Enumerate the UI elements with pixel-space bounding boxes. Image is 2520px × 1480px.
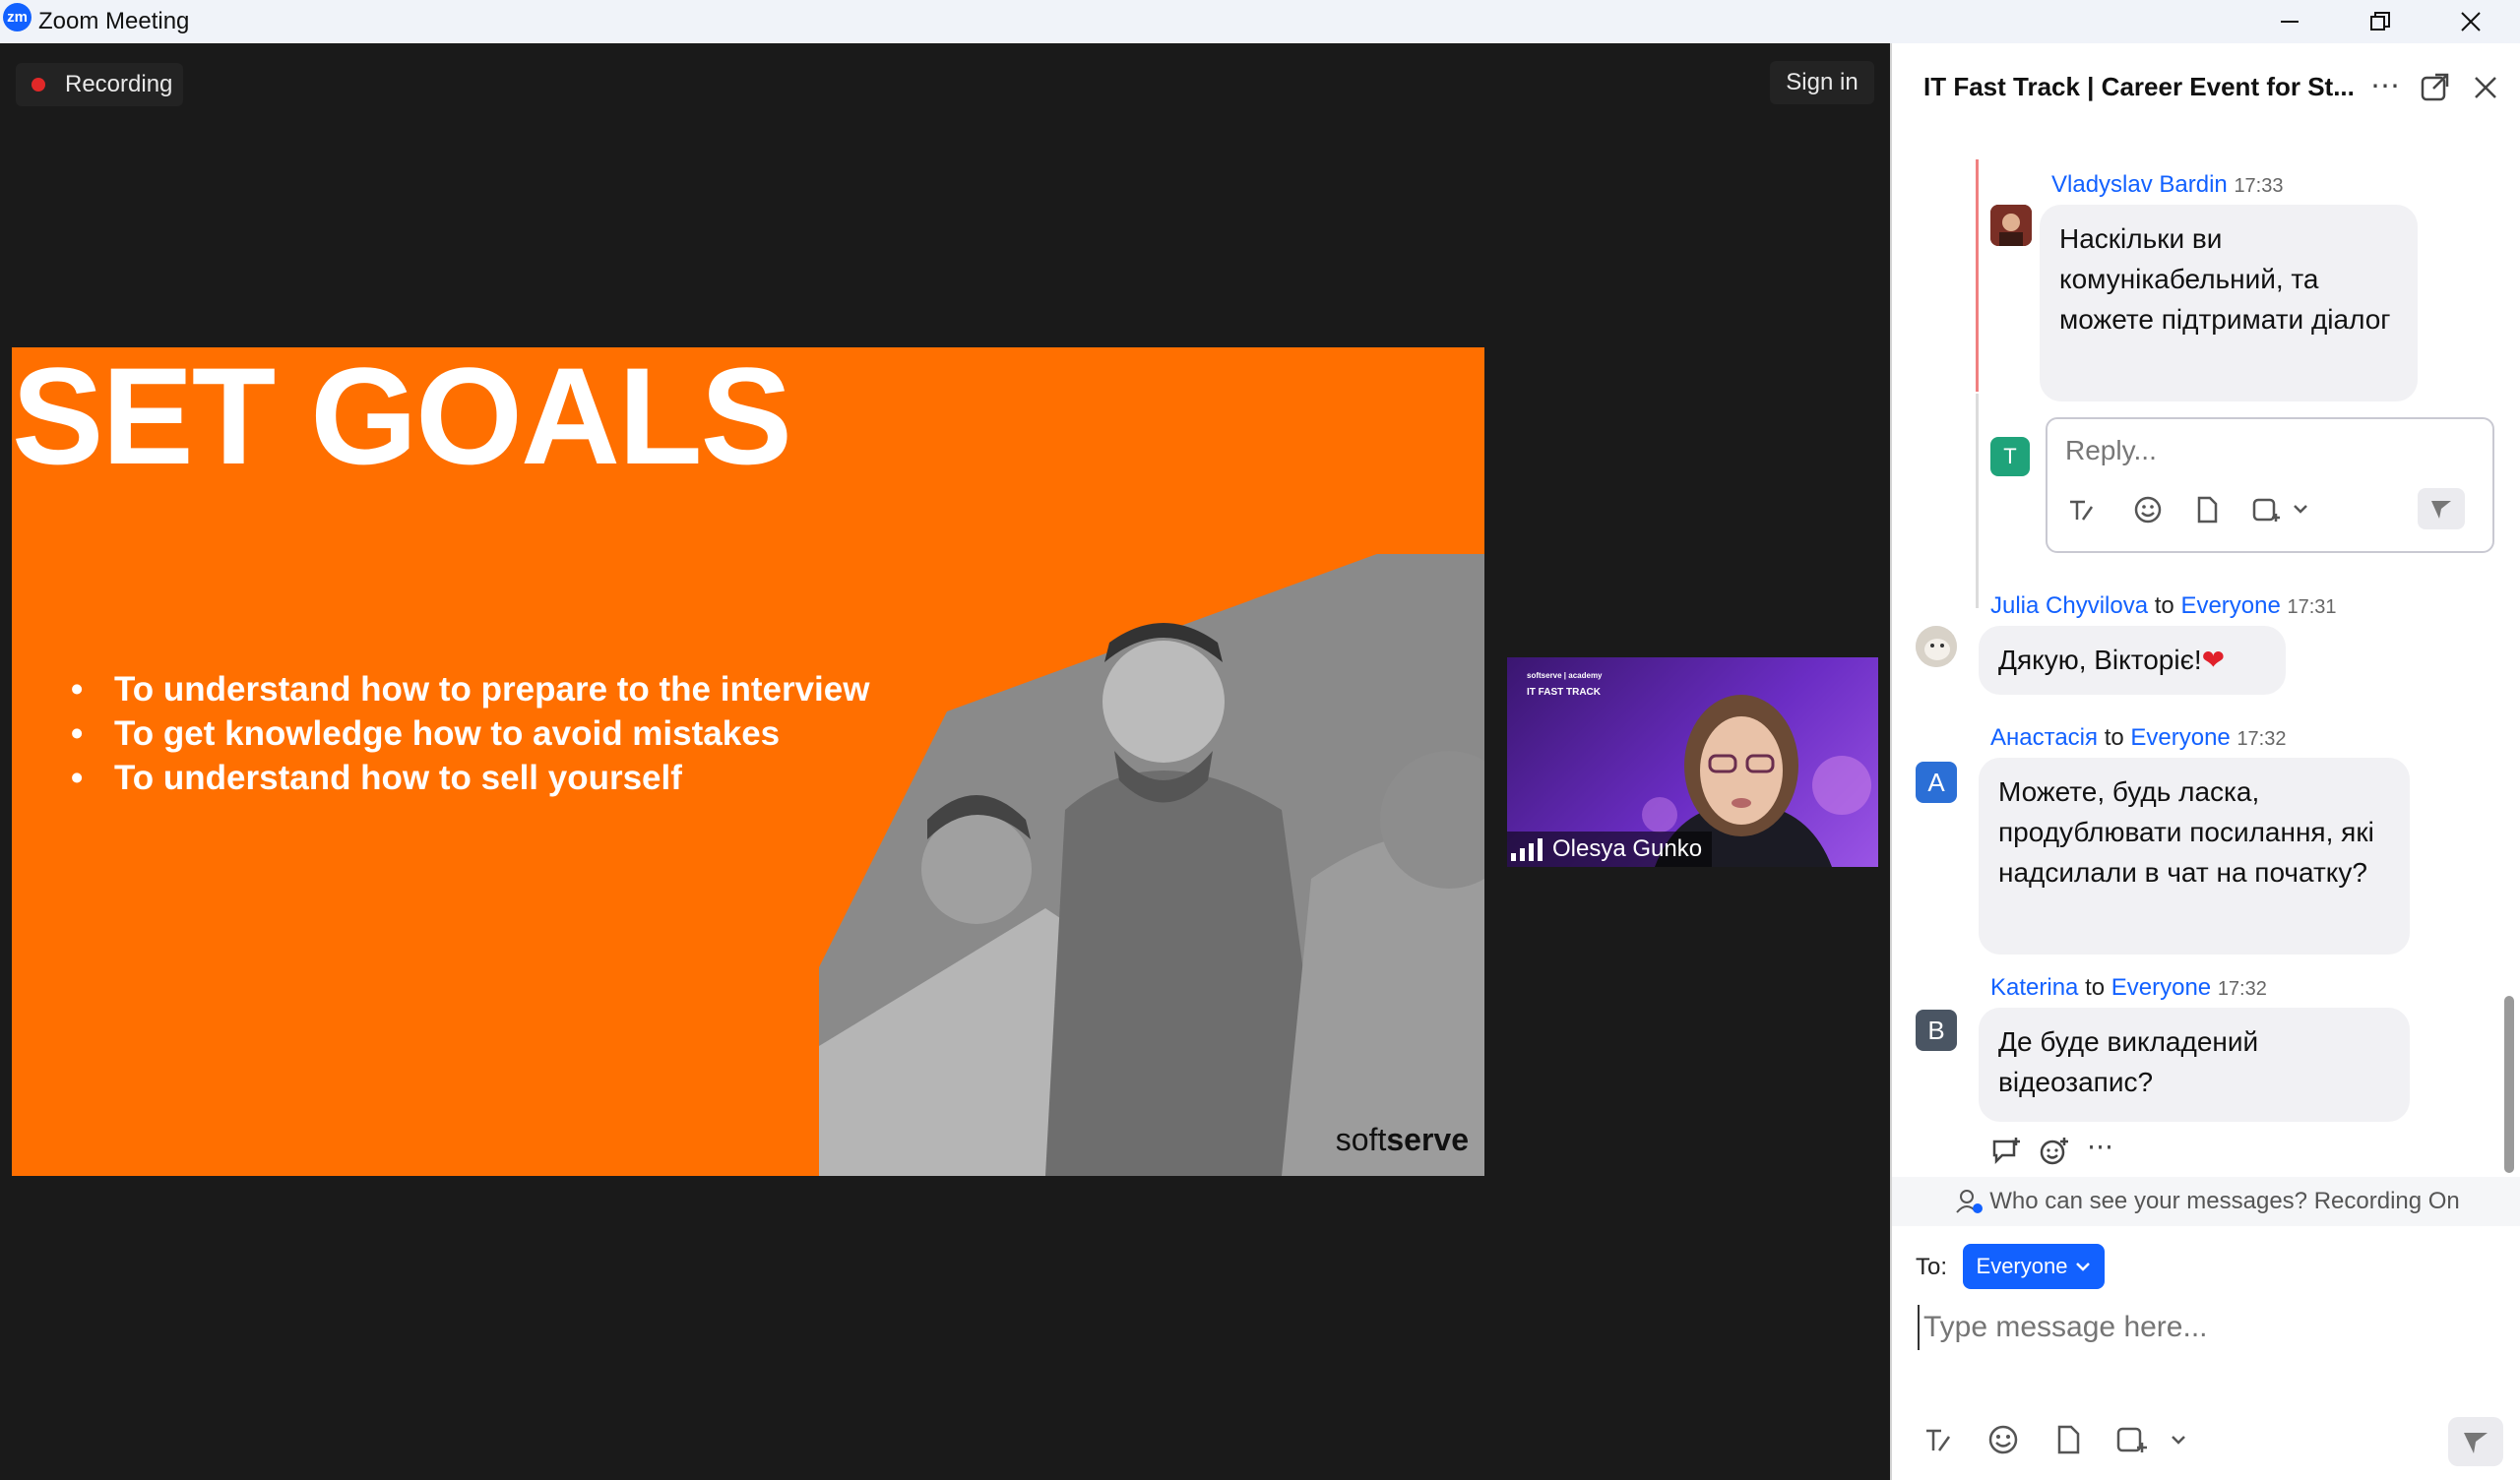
file-icon[interactable] [2191,494,2223,525]
chat-scrollbar[interactable] [2504,996,2514,1173]
signal-strength-icon [1511,837,1543,861]
message-bubble: Дякую, Вікторіє!❤ [1979,626,2286,695]
slide-title: SET GOALS [12,347,792,493]
tile-caption: IT FAST TRACK [1527,687,1601,698]
close-icon [2461,12,2481,31]
chevron-down-icon [2076,1263,2091,1271]
team-photo [819,554,1484,1176]
zoom-logo-icon: zm [3,3,32,31]
reply-send-button[interactable] [2418,488,2465,529]
more-options-icon[interactable]: ⋯ [2370,69,2400,103]
avatar [1990,205,2032,246]
send-icon [2464,1433,2488,1453]
message-more-icon[interactable]: ⋯ [2087,1132,2113,1162]
restore-button[interactable] [2341,0,2420,43]
close-window-button[interactable] [2431,0,2510,43]
format-text-icon[interactable] [2065,494,2097,525]
recording-label: Recording [65,71,173,97]
reply-thread-icon[interactable] [1990,1136,2024,1167]
add-reaction-icon[interactable] [2038,1136,2071,1167]
sender-name[interactable]: Katerina [1990,974,2078,1001]
message-bubble: Наскільки ви комунікабельний, та можете … [2040,205,2418,401]
softserve-logo: softserve [1335,1122,1469,1157]
slide-bullets: To understand how to prepare to the inte… [61,667,869,800]
recording-dot-icon [32,78,45,92]
participant-video-tile[interactable]: softserve | academy IT FAST TRACK Olesya… [1507,657,1878,867]
chevron-down-icon[interactable] [2292,502,2309,518]
sender-name[interactable]: Julia Chyvilova [1990,592,2148,619]
message-time: 17:32 [2217,978,2267,1000]
close-chat-icon[interactable] [2473,75,2498,100]
reply-input[interactable]: Reply... [2065,435,2157,466]
recipient-name[interactable]: Everyone [2130,724,2230,751]
emoji-icon[interactable] [1986,1423,2020,1456]
recipient-name[interactable]: Everyone [2180,592,2280,619]
recording-indicator[interactable]: Recording [16,63,183,106]
slide-bullet: To get knowledge how to avoid mistakes [61,711,869,756]
minimize-icon [2281,21,2299,23]
reply-box[interactable]: Reply... [2046,417,2494,553]
recipient-dropdown[interactable]: Everyone [1963,1244,2105,1289]
participant-name-label: Olesya Gunko [1507,832,1713,867]
screenshot-icon[interactable] [2114,1423,2150,1456]
send-icon [2431,501,2451,519]
window-title: Zoom Meeting [38,8,190,34]
avatar [1916,626,1957,667]
screenshot-icon[interactable] [2250,494,2284,525]
message-header: Katerina to Everyone 17:32 [1990,974,2267,1001]
slide-bullet: To understand how to prepare to the inte… [61,667,869,711]
thread-indicator [1976,394,1979,608]
message-header: Анастасія to Everyone 17:32 [1990,724,2287,751]
chat-header: IT Fast Track | Career Event for St... ⋯ [1892,43,2520,132]
message-header: Julia Chyvilova to Everyone 17:31 [1990,592,2337,619]
message-time: 17:31 [2287,596,2337,618]
to-label: To: [1916,1254,1948,1280]
message-bubble: Можете, будь ласка, продублювати посилан… [1979,758,2410,955]
message-header: Vladyslav Bardin 17:33 [2051,171,2284,199]
avatar: A [1916,762,1957,803]
chevron-down-icon[interactable] [2170,1433,2187,1449]
emoji-icon[interactable] [2132,494,2164,525]
avatar: T [1990,437,2030,476]
format-text-icon[interactable] [1922,1423,1955,1456]
message-time: 17:32 [2236,728,2287,750]
sender-name[interactable]: Анастасія [1990,724,2098,751]
chat-message-input[interactable] [1918,1305,2496,1350]
restore-icon [2370,12,2390,31]
person-privacy-icon [1956,1190,1984,1213]
avatar: B [1916,1010,1957,1051]
participant-name: Olesya Gunko [1552,835,1703,862]
minimize-button[interactable] [2250,0,2329,43]
heart-emoji: ❤ [2201,645,2226,675]
privacy-notice[interactable]: Who can see your messages? Recording On [1892,1177,2520,1226]
meeting-stage: Recording Sign in SET GOALS To understan… [0,43,1890,1480]
slide-bullet: To understand how to sell yourself [61,756,869,800]
sender-name[interactable]: Vladyslav Bardin [2051,171,2228,198]
recipient-name[interactable]: Everyone [2111,974,2211,1001]
popout-icon[interactable] [2420,71,2451,102]
message-bubble: Де буде викладений відеозапис? [1979,1008,2410,1122]
chat-title: IT Fast Track | Career Event for St... [1923,72,2355,101]
file-icon[interactable] [2051,1423,2085,1456]
chat-panel: IT Fast Track | Career Event for St... ⋯… [1890,43,2520,1480]
window-titlebar: zm Zoom Meeting [0,0,2520,43]
message-time: 17:33 [2234,175,2284,197]
tile-brand-text: softserve | academy [1527,671,1603,680]
send-button[interactable] [2448,1417,2503,1466]
thread-indicator [1976,159,1979,392]
shared-screen-slide: SET GOALS To understand how to prepare t… [12,347,1484,1176]
sign-in-button[interactable]: Sign in [1770,61,1874,104]
